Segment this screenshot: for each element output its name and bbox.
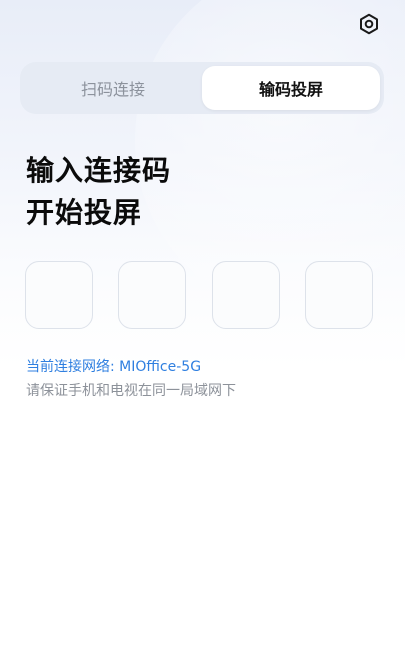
tab-code-cast[interactable]: 输码投屏	[202, 66, 380, 110]
title-line-1: 输入连接码	[26, 154, 172, 187]
same-lan-hint: 请保证手机和电视在同一局域网下	[26, 383, 236, 399]
code-digit-2-input[interactable]	[118, 261, 186, 329]
code-input-row	[25, 261, 377, 333]
gear-icon	[360, 13, 378, 35]
title-line-2: 开始投屏	[26, 196, 143, 229]
code-digit-1-input[interactable]	[25, 261, 93, 329]
code-digit-4-input[interactable]	[305, 261, 373, 329]
current-network-label: 当前连接网络: MIOffice-5G	[26, 359, 202, 375]
tab-scan-connect[interactable]: 扫码连接	[24, 66, 202, 110]
mode-tabs: 扫码连接 输码投屏	[20, 62, 384, 114]
code-digit-3-input[interactable]	[212, 261, 280, 329]
settings-button[interactable]	[357, 12, 381, 36]
page-title: 输入连接码 开始投屏	[26, 150, 171, 234]
